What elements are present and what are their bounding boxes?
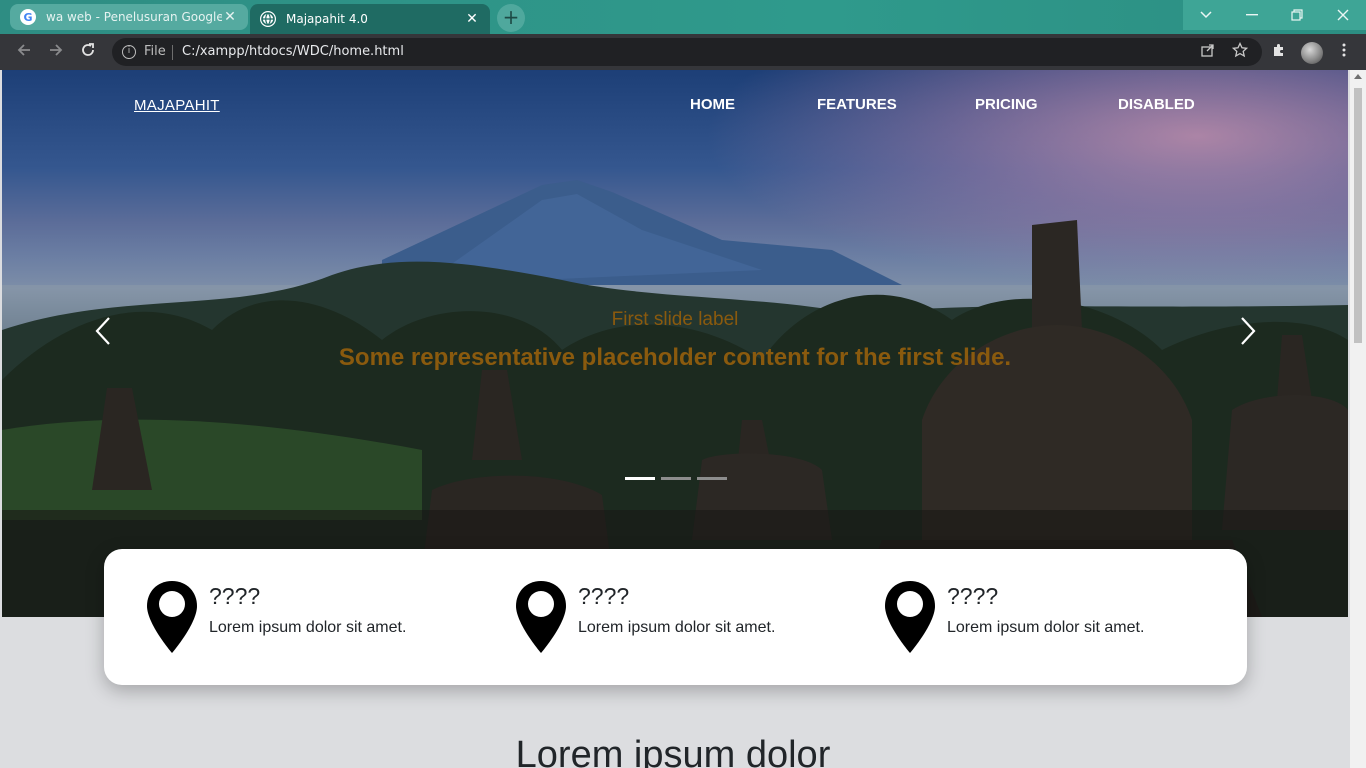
address-bar[interactable]: i File C:/xampp/htdocs/WDC/home.html	[112, 38, 1262, 66]
forward-icon[interactable]	[46, 42, 66, 62]
feature-item: ???? Lorem ipsum dolor sit amet.	[883, 579, 1183, 659]
profile-avatar[interactable]	[1301, 42, 1323, 64]
new-tab-button[interactable]: +	[497, 4, 525, 32]
close-tab-icon[interactable]: ✕	[464, 11, 480, 27]
features-card: ???? Lorem ipsum dolor sit amet. ???? Lo…	[104, 549, 1247, 685]
tab-majapahit[interactable]: Majapahit 4.0 ✕	[250, 4, 490, 34]
extensions-puzzle-icon[interactable]	[1269, 42, 1289, 62]
nav-features[interactable]: FEATURES	[817, 96, 897, 113]
hero-carousel: MAJAPAHIT HOME FEATURES PRICING DISABLED…	[2, 70, 1348, 617]
section-heading: Lorem ipsum dolor	[515, 734, 831, 768]
brand-logo-link[interactable]: MAJAPAHIT	[134, 97, 220, 114]
browser-toolbar: i File C:/xampp/htdocs/WDC/home.html	[0, 34, 1366, 70]
carousel-next-icon[interactable]	[1236, 315, 1260, 347]
feature-text: Lorem ipsum dolor sit amet.	[947, 619, 1145, 636]
carousel-indicator-3[interactable]	[697, 477, 727, 480]
menu-kebab-icon[interactable]	[1334, 42, 1354, 62]
web-page: MAJAPAHIT HOME FEATURES PRICING DISABLED…	[0, 70, 1350, 768]
navbar: MAJAPAHIT HOME FEATURES PRICING DISABLED	[2, 70, 1348, 140]
feature-text: Lorem ipsum dolor sit amet.	[209, 619, 407, 636]
browser-tab-bar: G wa web - Penelusuran Google ✕ Majapahi…	[0, 0, 1366, 34]
map-pin-icon	[147, 581, 197, 653]
bookmark-star-icon[interactable]	[1230, 41, 1250, 62]
close-tab-icon[interactable]: ✕	[222, 9, 238, 25]
slide-caption: Some representative placeholder content …	[338, 344, 1012, 371]
scroll-up-icon[interactable]	[1354, 74, 1362, 79]
close-window-icon[interactable]	[1320, 0, 1366, 30]
feature-item: ???? Lorem ipsum dolor sit amet.	[145, 579, 445, 659]
carousel-indicators	[625, 477, 727, 480]
reload-icon[interactable]	[78, 42, 98, 62]
nav-disabled: DISABLED	[1118, 96, 1195, 113]
nav-pricing[interactable]: PRICING	[975, 96, 1038, 113]
minimize-icon[interactable]	[1229, 0, 1275, 30]
back-icon[interactable]	[14, 42, 34, 62]
scroll-thumb[interactable]	[1354, 88, 1362, 343]
restore-icon[interactable]	[1274, 0, 1320, 30]
page-scrollbar[interactable]	[1350, 70, 1366, 768]
feature-title: ????	[209, 583, 261, 609]
slide-label: First slide label	[611, 309, 739, 330]
url-text[interactable]: C:/xampp/htdocs/WDC/home.html	[182, 44, 404, 59]
carousel-prev-icon[interactable]	[91, 315, 115, 347]
feature-item: ???? Lorem ipsum dolor sit amet.	[514, 579, 814, 659]
google-icon: G	[20, 9, 36, 25]
tab-search-icon[interactable]	[1183, 0, 1229, 30]
tab-google-search[interactable]: G wa web - Penelusuran Google ✕	[10, 4, 248, 30]
share-icon[interactable]	[1198, 42, 1218, 62]
feature-text: Lorem ipsum dolor sit amet.	[578, 619, 776, 636]
divider	[172, 45, 173, 60]
map-pin-icon	[516, 581, 566, 653]
tab-title: Majapahit 4.0	[286, 12, 368, 26]
carousel-indicator-1[interactable]	[625, 477, 655, 480]
site-info-icon[interactable]: i	[122, 45, 136, 59]
feature-title: ????	[578, 583, 630, 609]
map-pin-icon	[885, 581, 935, 653]
globe-icon	[260, 11, 276, 27]
feature-title: ????	[947, 583, 999, 609]
tab-title: wa web - Penelusuran Google	[46, 10, 222, 24]
nav-home[interactable]: HOME	[690, 96, 735, 113]
scheme-label: File	[144, 44, 166, 59]
carousel-indicator-2[interactable]	[661, 477, 691, 480]
